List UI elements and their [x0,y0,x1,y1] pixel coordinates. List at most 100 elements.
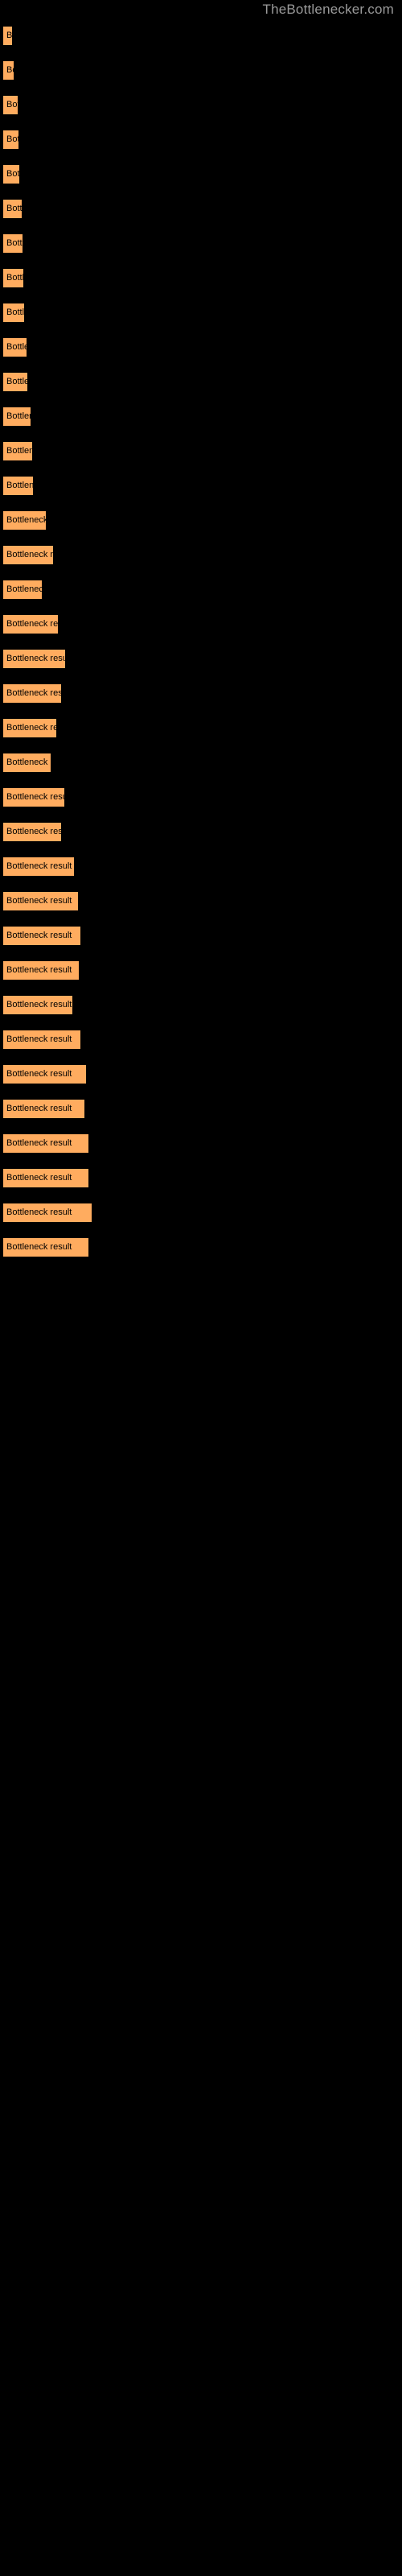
bar[interactable]: Bottleneck result [2,787,65,807]
bar-label: Bottleneck result [6,446,32,456]
bar[interactable]: Bottleneck result [2,1030,81,1050]
bar-label: Bottleneck result [6,273,24,283]
bar-row: Bottleneck result [0,194,402,229]
bar[interactable]: Bottleneck result [2,233,23,254]
bar-row: Bottleneck result [0,1163,402,1198]
bar-row: Bottleneck result [0,817,402,852]
bar-row: Bottleneck result [0,263,402,298]
bar-label: Bottleneck result [6,100,18,109]
bar-row: Bottleneck result [0,679,402,713]
bar[interactable]: Bottleneck result [2,1203,92,1223]
bar-row: Bottleneck result [0,367,402,402]
bar-row: Bottleneck result [0,229,402,263]
bar[interactable]: Bottleneck result [2,268,24,288]
bar-label: Bottleneck result [6,896,72,906]
bar[interactable]: Bottleneck result [2,718,57,738]
bar[interactable]: Bottleneck result [2,510,47,530]
bar-row: Bottleneck result [0,1129,402,1163]
bar-label: Bottleneck result [6,654,66,663]
bar-row: Bottleneck result [0,990,402,1025]
bar-row: Bottleneck result [0,436,402,471]
bar-row: Bottleneck result [0,159,402,194]
bar-row: Bottleneck result [0,1059,402,1094]
bar-row: Bottleneck result [0,332,402,367]
bar[interactable]: Bottleneck result [2,60,14,80]
bar[interactable]: Bottleneck result [2,1237,89,1257]
bar[interactable]: Bottleneck result [2,26,13,46]
bar-label: Bottleneck result [6,584,42,594]
bar-row: Bottleneck result [0,1025,402,1059]
bar-label: Bottleneck result [6,308,25,317]
bar[interactable]: Bottleneck result [2,130,19,150]
bar[interactable]: Bottleneck result [2,649,66,669]
bar-label: Bottleneck result [6,169,20,179]
bar-row: Bottleneck result [0,1232,402,1267]
bar-label: Bottleneck result [6,1208,72,1217]
bar-label: Bottleneck result [6,134,18,144]
bar[interactable]: Bottleneck result [2,95,18,115]
bar[interactable]: Bottleneck result [2,753,51,773]
bar-label: Bottleneck result [6,1069,72,1079]
bar[interactable]: Bottleneck result [2,303,25,323]
bar-label: Bottleneck result [6,411,31,421]
bar[interactable]: Bottleneck result [2,857,75,877]
bar-row: Bottleneck result [0,886,402,921]
bar-row: Bottleneck result [0,540,402,575]
bar-row: Bottleneck result [0,506,402,540]
bar-row: Bottleneck result [0,125,402,159]
bar-label: Bottleneck result [6,65,14,75]
bar[interactable]: Bottleneck result [2,960,80,980]
bar-label: Bottleneck result [6,238,23,248]
bar-label: Bottleneck result [6,515,47,525]
bar[interactable]: Bottleneck result [2,891,79,911]
bar[interactable]: Bottleneck result [2,164,20,184]
bar[interactable]: Bottleneck result [2,372,28,392]
site-watermark: TheBottlenecker.com [262,2,394,17]
bar-label: Bottleneck result [6,1242,72,1252]
bar-row: Bottleneck result [0,298,402,332]
bar[interactable]: Bottleneck result [2,476,34,496]
bar-row: Bottleneck result [0,644,402,679]
bar-label: Bottleneck result [6,965,72,975]
bar-label: Bottleneck result [6,342,27,352]
bar-label: Bottleneck result [6,861,72,871]
bar[interactable]: Bottleneck result [2,683,62,704]
bar-row: Bottleneck result [0,21,402,56]
bar[interactable]: Bottleneck result [2,995,73,1015]
bar-label: Bottleneck result [6,931,72,940]
bar[interactable]: Bottleneck result [2,614,59,634]
bar-row: Bottleneck result [0,1198,402,1232]
bar[interactable]: Bottleneck result [2,441,33,461]
bar-label: Bottleneck result [6,1000,72,1009]
bar-label: Bottleneck result [6,827,62,836]
bar[interactable]: Bottleneck result [2,822,62,842]
bar-label: Bottleneck result [6,1104,72,1113]
bar-row: Bottleneck result [0,402,402,436]
bar[interactable]: Bottleneck result [2,1099,85,1119]
bar[interactable]: Bottleneck result [2,545,54,565]
bar[interactable]: Bottleneck result [2,407,31,427]
bar-row: Bottleneck result [0,471,402,506]
bar-chart: Bottleneck result Bottleneck result Bottle… [0,21,402,1267]
bar-row: Bottleneck result [0,921,402,956]
bar-label: Bottleneck result [6,377,27,386]
bar[interactable]: Bottleneck result [2,199,23,219]
bar-label: Bottleneck result [6,792,64,802]
bar[interactable]: Bottleneck result [2,337,27,357]
bar-label: Bottleneck result [6,204,23,213]
bar-row: Bottleneck result [0,956,402,990]
bar[interactable]: Bottleneck result [2,1133,89,1154]
bar-label: Bottleneck result [6,758,51,767]
bar-row: Bottleneck result [0,852,402,886]
bar-label: Bottleneck result [6,723,56,733]
bar[interactable]: Bottleneck result [2,926,81,946]
bar-row: Bottleneck result [0,609,402,644]
bar-row: Bottleneck result [0,713,402,748]
bar[interactable]: Bottleneck result [2,1168,89,1188]
bar-label: Bottleneck result [6,688,62,698]
bar-label: Bottleneck result [6,1173,72,1183]
bar-row: Bottleneck result [0,90,402,125]
bar[interactable]: Bottleneck result [2,1064,87,1084]
bar-row: Bottleneck result [0,748,402,782]
bar[interactable]: Bottleneck result [2,580,43,600]
